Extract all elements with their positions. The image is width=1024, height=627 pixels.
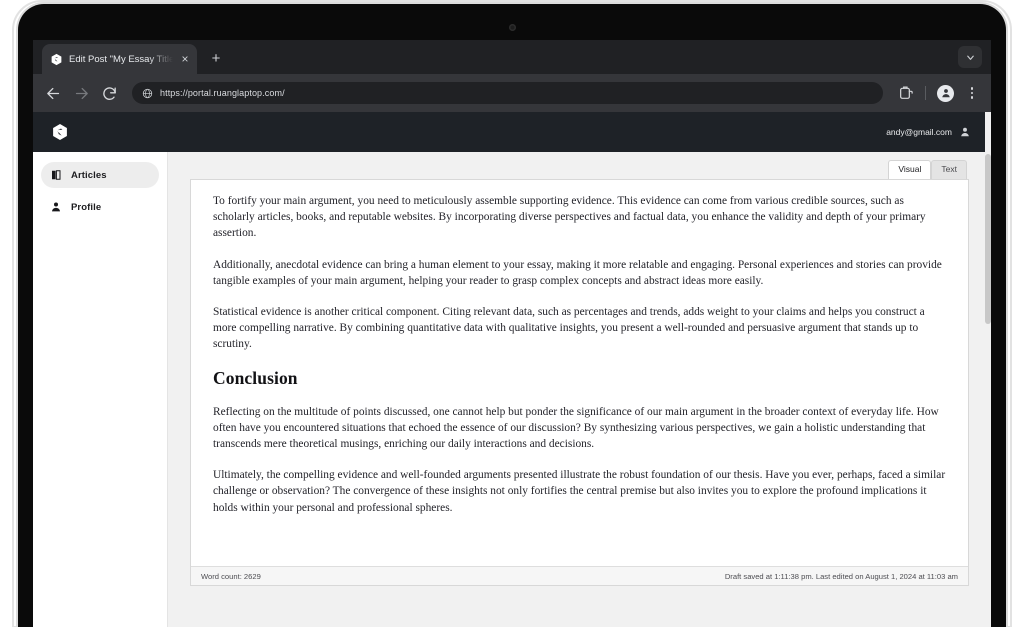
browser-toolbar: https://portal.ruanglaptop.com/ [33,74,991,112]
word-count-label: Word count: 2629 [201,571,261,581]
app-header: andy@gmail.com [33,112,991,152]
body-paragraph: Statistical evidence is another critical… [213,306,925,351]
brand-hexagon-logo-icon[interactable] [51,123,69,141]
site-hexagon-favicon-icon [51,53,62,65]
sidebar: Articles Profile [33,152,168,627]
user-account-chip[interactable]: andy@gmail.com [886,126,971,138]
laptop-mockup: Edit Post "My Essay Title" ‹ R × + [0,0,1024,627]
browser-tab-strip: Edit Post "My Essay Title" ‹ R × + [33,40,991,74]
user-avatar-icon [961,127,969,137]
address-bar[interactable]: https://portal.ruanglaptop.com/ [132,82,883,104]
chevron-down-icon [966,55,974,60]
sidebar-item-label: Profile [71,201,102,213]
page-viewport: andy@gmail.com Articles Profile Visual T… [33,112,991,627]
tab-search-button[interactable] [958,46,982,68]
tab-text[interactable]: Text [931,160,967,179]
sidebar-item-label: Articles [71,169,107,181]
browser-tab-title: Edit Post "My Essay Title" ‹ R [69,53,173,65]
person-glyph-icon [941,89,950,98]
body-paragraph: Ultimately, the compelling evidence and … [213,469,946,514]
sidebar-item-profile[interactable]: Profile [41,194,159,220]
body-paragraph: Reflecting on the multitude of points di… [213,405,939,451]
address-bar-url: https://portal.ruanglaptop.com/ [160,88,285,98]
kebab-menu-icon[interactable] [965,87,979,99]
person-icon [52,202,60,212]
editor-panel: To fortify your main argument, you need … [190,179,969,586]
globe-icon [142,88,153,98]
laptop-screen: Edit Post "My Essay Title" ‹ R × + [33,40,991,627]
sidebar-item-articles[interactable]: Articles [41,162,159,188]
editor-status-bar: Word count: 2629 Draft saved at 1:11:38 … [191,566,968,585]
browser-tab[interactable]: Edit Post "My Essay Title" ‹ R × [42,44,197,74]
close-icon[interactable]: × [179,53,191,65]
reload-icon[interactable] [101,85,118,102]
new-tab-button[interactable]: + [207,50,225,68]
webcam-icon [509,24,516,31]
book-icon [52,170,61,180]
user-email-label: andy@gmail.com [886,127,952,137]
body-paragraph: To fortify your main argument, you need … [213,195,926,240]
body-paragraph: Additionally, anecdotal evidence can bri… [213,258,942,287]
toolbar-divider [925,86,926,100]
share-tab-icon[interactable] [898,85,914,101]
tab-visual[interactable]: Visual [888,160,932,179]
draft-saved-label: Draft saved at 1:11:38 pm. Last edited o… [724,571,958,581]
editor-mode-tabs: Visual Text [190,160,969,179]
section-heading-conclusion: Conclusion [213,367,298,388]
app-body: Articles Profile Visual Text To fortify … [33,152,991,627]
page-scrollbar[interactable] [985,112,991,627]
profile-avatar-icon[interactable] [937,84,954,102]
page-scrollbar-thumb[interactable] [985,154,991,324]
back-arrow-icon[interactable] [45,85,62,102]
forward-arrow-icon [75,87,88,99]
main-content: Visual Text To fortify your main argumen… [168,152,991,627]
editor-content-area[interactable]: To fortify your main argument, you need … [191,180,968,566]
